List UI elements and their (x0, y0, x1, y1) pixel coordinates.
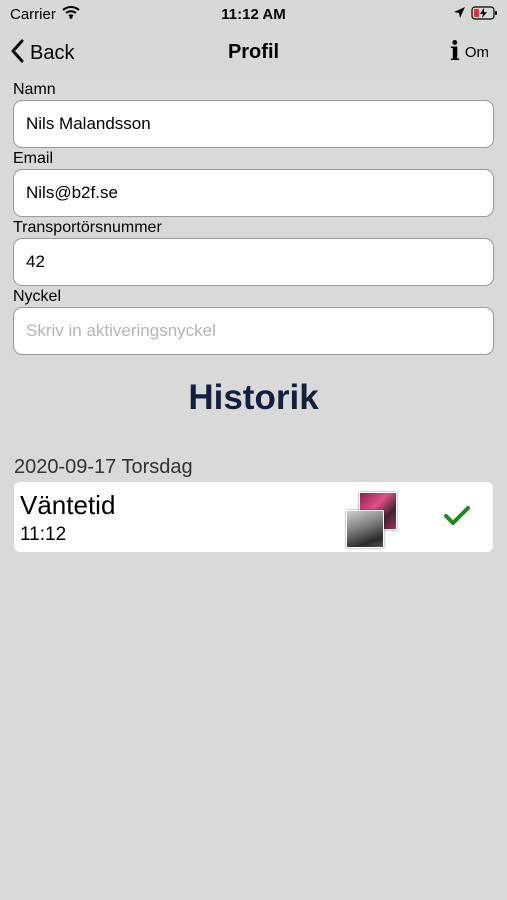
history-item[interactable]: Väntetid 11:12 (14, 482, 493, 552)
chevron-left-icon (10, 39, 24, 68)
history-title: Historik (188, 378, 319, 417)
back-button[interactable]: Back (10, 38, 74, 68)
info-label: Om (464, 43, 490, 61)
email-label: Email (13, 150, 54, 167)
history-date-header: 2020-09-17 Torsdag (14, 456, 193, 478)
info-icon: i (450, 37, 460, 67)
navigation-bar: Back Profil i Om (0, 28, 507, 78)
history-item-time: 11:12 (20, 524, 67, 545)
battery-icon (471, 5, 499, 26)
photo-thumbnail (346, 510, 384, 548)
history-item-title: Väntetid (20, 490, 116, 520)
location-arrow-icon (453, 6, 466, 24)
profile-form: Namn Email Transportörsnummer Nyckel (13, 80, 494, 356)
carrier-number-input[interactable] (13, 238, 494, 286)
name-input[interactable] (13, 100, 494, 148)
key-label: Nyckel (13, 288, 62, 305)
top-bar: Carrier 11:12 AM Back Profil i Om (0, 0, 507, 78)
status-time: 11:12 AM (221, 6, 286, 23)
page-title: Profil (227, 41, 280, 63)
email-input[interactable] (13, 169, 494, 217)
back-label: Back (30, 41, 75, 64)
checkmark-icon (444, 506, 470, 531)
carrier-number-label: Transportörsnummer (13, 219, 162, 236)
info-button[interactable]: i Om (450, 39, 489, 65)
name-label: Namn (13, 81, 56, 98)
status-bar: Carrier 11:12 AM (0, 0, 507, 28)
activation-key-input[interactable] (13, 307, 494, 355)
photos-icon (346, 490, 397, 548)
